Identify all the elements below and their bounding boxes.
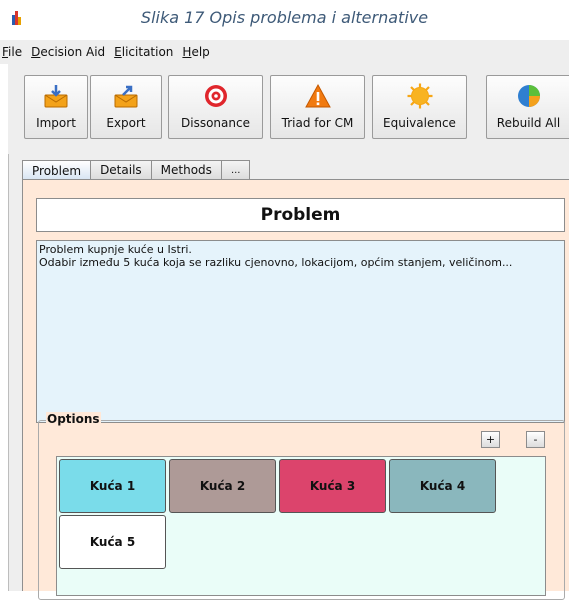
options-list: Kuća 1 Kuća 2 Kuća 3 Kuća 4 Kuća 5 (56, 456, 546, 596)
option-tile[interactable]: Kuća 1 (59, 459, 166, 513)
sun-icon (407, 83, 433, 109)
figure-caption: Slika 17 Opis problema i alternative (140, 8, 429, 27)
import-button[interactable]: Import (24, 75, 88, 139)
tab-bar: Problem Details Methods ... (22, 160, 251, 180)
target-icon (203, 83, 229, 109)
problem-description-textarea[interactable]: Problem kupnje kuće u Istri. Odabir izme… (36, 240, 565, 423)
warning-icon (304, 83, 331, 109)
app-logo-icon (12, 11, 21, 25)
option-tile[interactable]: Kuća 2 (169, 459, 276, 513)
option-label: Kuća 5 (89, 535, 136, 549)
problem-title-field[interactable]: Problem (36, 198, 565, 232)
triad-for-cm-button[interactable]: Triad for CM (270, 75, 365, 139)
option-label: Kuća 2 (199, 479, 246, 493)
remove-option-button[interactable]: - (526, 431, 545, 448)
add-option-button[interactable]: + (481, 431, 500, 448)
tab-methods[interactable]: Methods (150, 160, 222, 179)
export-icon (113, 83, 139, 109)
option-label: Kuća 3 (309, 479, 356, 493)
option-tile[interactable]: Kuća 5 (59, 515, 166, 569)
option-tile[interactable]: Kuća 3 (279, 459, 386, 513)
dissonance-button[interactable]: Dissonance (168, 75, 263, 139)
description-line: Odabir između 5 kuća koja se razliku cje… (39, 256, 513, 269)
toolbar: Import Export Dissonance Triad for CM Eq… (8, 64, 569, 146)
tab-problem[interactable]: Problem (22, 160, 92, 180)
export-button[interactable]: Export (90, 75, 162, 139)
rebuild-all-button[interactable]: Rebuild All (486, 75, 569, 139)
pie-chart-icon (516, 83, 542, 109)
options-label: Options (46, 412, 101, 426)
description-line: Problem kupnje kuće u Istri. (39, 243, 192, 256)
menu-file[interactable]: File (2, 45, 22, 59)
import-icon (43, 83, 69, 109)
tab-details[interactable]: Details (90, 160, 152, 179)
option-label: Kuća 1 (89, 479, 136, 493)
option-tile[interactable]: Kuća 4 (389, 459, 496, 513)
menu-decision-aid[interactable]: Decision Aid (31, 45, 105, 59)
menu-elicitation[interactable]: Elicitation (114, 45, 173, 59)
equivalence-button[interactable]: Equivalence (372, 75, 467, 139)
tab-more[interactable]: ... (220, 160, 251, 179)
option-label: Kuća 4 (419, 479, 466, 493)
menu-bar: File Decision Aid Elicitation Help (0, 40, 569, 64)
menu-help[interactable]: Help (182, 45, 209, 59)
